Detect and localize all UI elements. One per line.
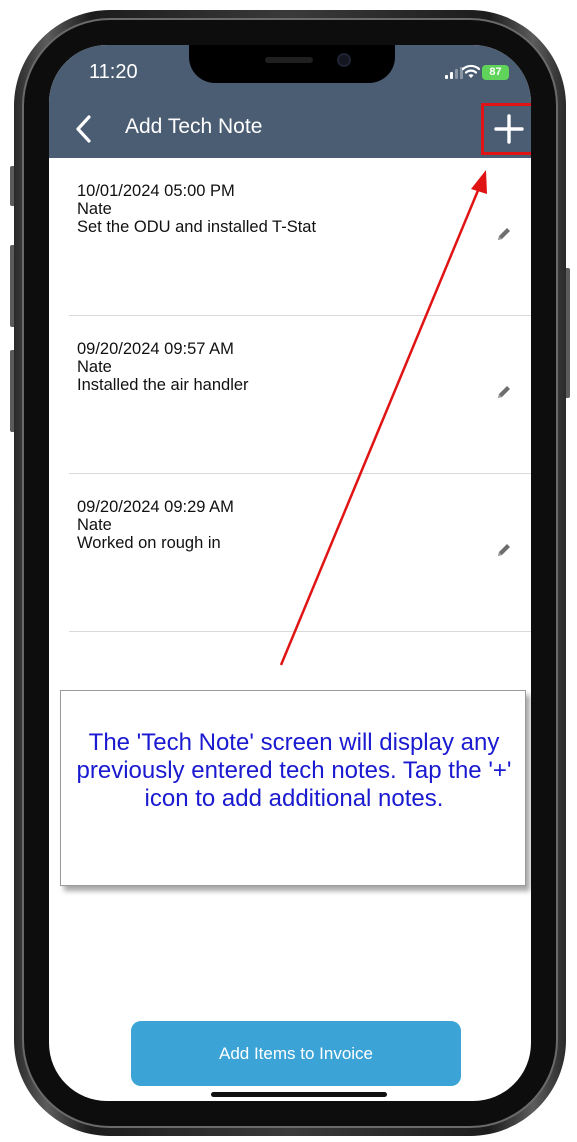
list-item[interactable]: 09/20/2024 09:57 AM Nate Installed the a… [49, 316, 531, 474]
home-indicator [211, 1092, 387, 1097]
pencil-icon[interactable] [494, 224, 514, 244]
notch [189, 45, 395, 83]
list-item[interactable]: 09/20/2024 09:29 AM Nate Worked on rough… [49, 474, 531, 632]
plus-icon[interactable] [491, 111, 527, 147]
divider [69, 631, 531, 632]
tech-note-list: 10/01/2024 05:00 PM Nate Set the ODU and… [49, 158, 531, 632]
list-item[interactable]: 10/01/2024 05:00 PM Nate Set the ODU and… [49, 158, 531, 316]
note-technician: Nate [77, 358, 112, 376]
navigation-bar: 11:20 87 Add Tech Note [49, 45, 531, 158]
signal-icon [445, 67, 463, 79]
note-technician: Nate [77, 516, 112, 534]
front-camera [337, 53, 351, 67]
note-text: Set the ODU and installed T-Stat [77, 218, 317, 236]
note-datetime: 09/20/2024 09:57 AM [77, 340, 234, 358]
chevron-left-icon[interactable] [71, 113, 99, 145]
note-datetime: 09/20/2024 09:29 AM [77, 498, 234, 516]
phone-screen: 11:20 87 Add Tech Note 10/01/2024 05:00 … [49, 45, 531, 1101]
callout-text: The 'Tech Note' screen will display any … [76, 729, 512, 812]
battery-indicator: 87 [482, 65, 509, 80]
instruction-callout: The 'Tech Note' screen will display any … [60, 690, 526, 886]
note-text: Installed the air handler [77, 376, 249, 394]
note-technician: Nate [77, 200, 112, 218]
note-text: Worked on rough in [77, 534, 221, 552]
note-datetime: 10/01/2024 05:00 PM [77, 182, 235, 200]
pencil-icon[interactable] [494, 540, 514, 560]
add-items-to-invoice-button[interactable]: Add Items to Invoice [131, 1021, 461, 1086]
status-time: 11:20 [89, 61, 138, 83]
page-title: Add Tech Note [125, 115, 263, 138]
pencil-icon[interactable] [494, 382, 514, 402]
wifi-icon [462, 64, 480, 78]
speaker-grille [265, 57, 313, 63]
